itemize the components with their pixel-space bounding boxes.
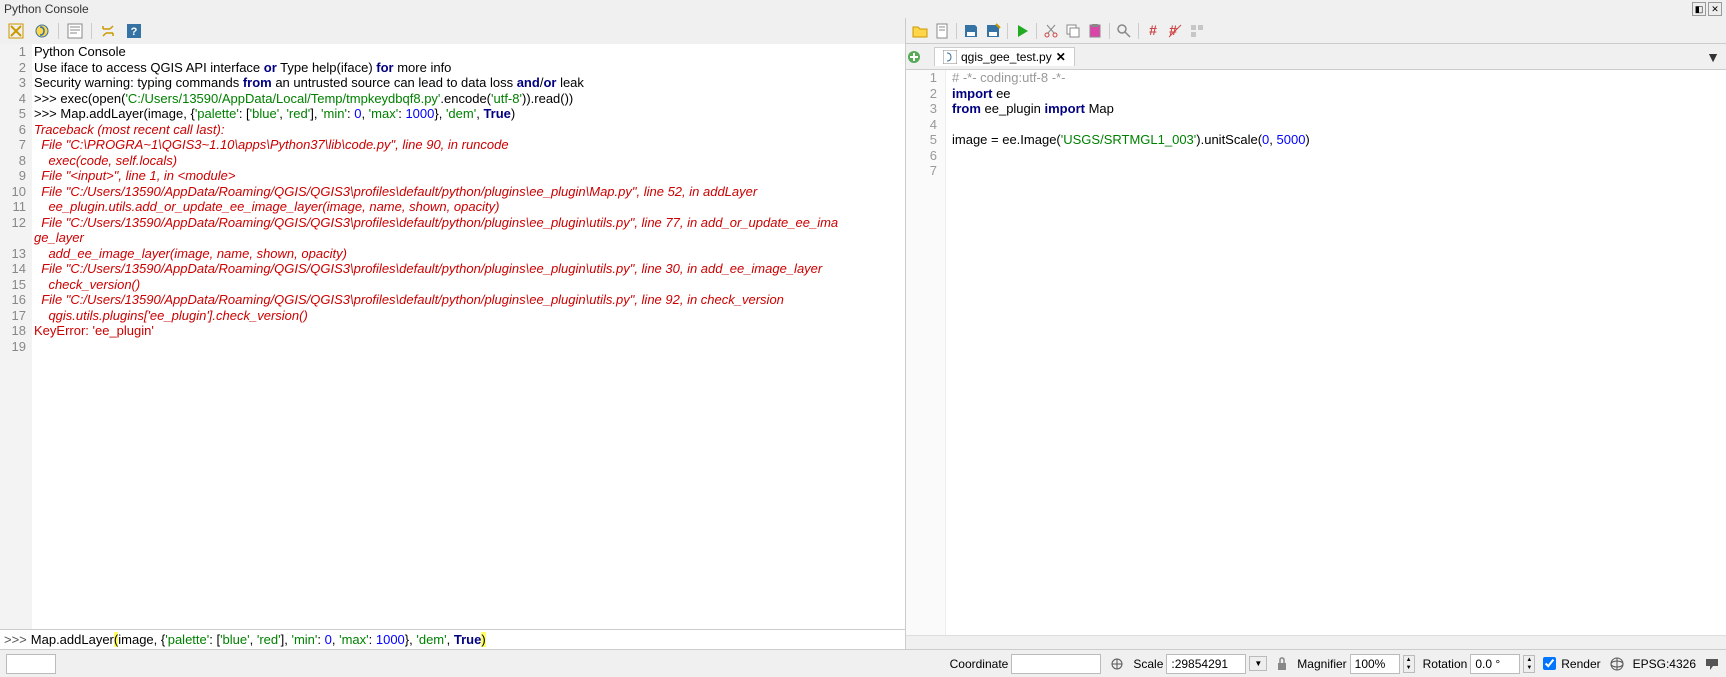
run-script-icon[interactable]: [1014, 23, 1030, 39]
add-tab-icon[interactable]: [906, 49, 930, 65]
python-file-icon: [943, 50, 957, 64]
scale-label: Scale: [1133, 657, 1163, 671]
comment-icon[interactable]: #: [1145, 23, 1161, 39]
uncomment-icon[interactable]: #: [1167, 23, 1183, 39]
undock-icon[interactable]: ◧: [1692, 2, 1706, 16]
copy-icon[interactable]: [1065, 23, 1081, 39]
toggle-extents-icon[interactable]: [1109, 656, 1125, 672]
console-input[interactable]: Map.addLayer(image, {'palette': ['blue',…: [31, 632, 901, 647]
editor-scrollbar[interactable]: [906, 635, 1726, 649]
tab-dropdown-icon[interactable]: ▼: [1706, 49, 1720, 65]
find-icon[interactable]: [1116, 23, 1132, 39]
close-panel-icon[interactable]: ✕: [1708, 2, 1722, 16]
show-editor-icon[interactable]: [65, 21, 85, 41]
code-editor[interactable]: 1234567 # -*- coding:utf-8 -*-import eef…: [906, 70, 1726, 635]
save-as-icon[interactable]: [985, 23, 1001, 39]
crs-icon[interactable]: [1609, 656, 1625, 672]
run-command-icon[interactable]: [32, 21, 52, 41]
help-icon[interactable]: ?: [124, 21, 144, 41]
rotation-up-icon[interactable]: ▲: [1524, 656, 1534, 664]
magnifier-label: Magnifier: [1297, 657, 1346, 671]
svg-text:#: #: [1149, 23, 1157, 38]
rotation-label: Rotation: [1423, 657, 1468, 671]
tab-label: qgis_gee_test.py: [961, 50, 1052, 64]
console-toolbar: ?: [0, 18, 905, 44]
clear-console-icon[interactable]: [6, 21, 26, 41]
scale-input[interactable]: [1166, 654, 1246, 674]
render-label: Render: [1561, 657, 1600, 671]
settings-icon[interactable]: [98, 21, 118, 41]
magnifier-up-icon[interactable]: ▲: [1404, 656, 1414, 664]
paste-icon[interactable]: [1087, 23, 1103, 39]
magnifier-input[interactable]: [1350, 654, 1400, 674]
tab-editor-file[interactable]: qgis_gee_test.py ✕: [934, 47, 1075, 66]
epsg-label[interactable]: EPSG:4326: [1633, 657, 1696, 671]
magnifier-down-icon[interactable]: ▼: [1404, 664, 1414, 672]
save-icon[interactable]: [963, 23, 979, 39]
status-bar: Coordinate Scale ▼ Magnifier ▲▼ Rotation…: [0, 649, 1726, 677]
object-inspector-icon[interactable]: [1189, 23, 1205, 39]
rotation-down-icon[interactable]: ▼: [1524, 664, 1534, 672]
coordinate-input[interactable]: [1011, 654, 1101, 674]
panel-title: Python Console: [4, 2, 89, 16]
new-file-icon[interactable]: [934, 23, 950, 39]
editor-toolbar: # #: [906, 18, 1726, 44]
cut-icon[interactable]: [1043, 23, 1059, 39]
messages-icon[interactable]: [1704, 656, 1720, 672]
coordinate-label: Coordinate: [950, 657, 1009, 671]
rotation-input[interactable]: [1470, 654, 1520, 674]
close-tab-icon[interactable]: ✕: [1056, 50, 1066, 64]
scale-lock-icon[interactable]: [1275, 657, 1289, 671]
scale-dropdown-icon[interactable]: ▼: [1249, 656, 1267, 671]
render-checkbox[interactable]: [1543, 657, 1556, 670]
locator-input[interactable]: [6, 654, 56, 674]
console-output[interactable]: 12345678910111213141516171819 Python Con…: [0, 44, 905, 629]
open-file-icon[interactable]: [912, 23, 928, 39]
prompt-label: >>>: [4, 632, 27, 647]
svg-text:?: ?: [131, 26, 138, 38]
